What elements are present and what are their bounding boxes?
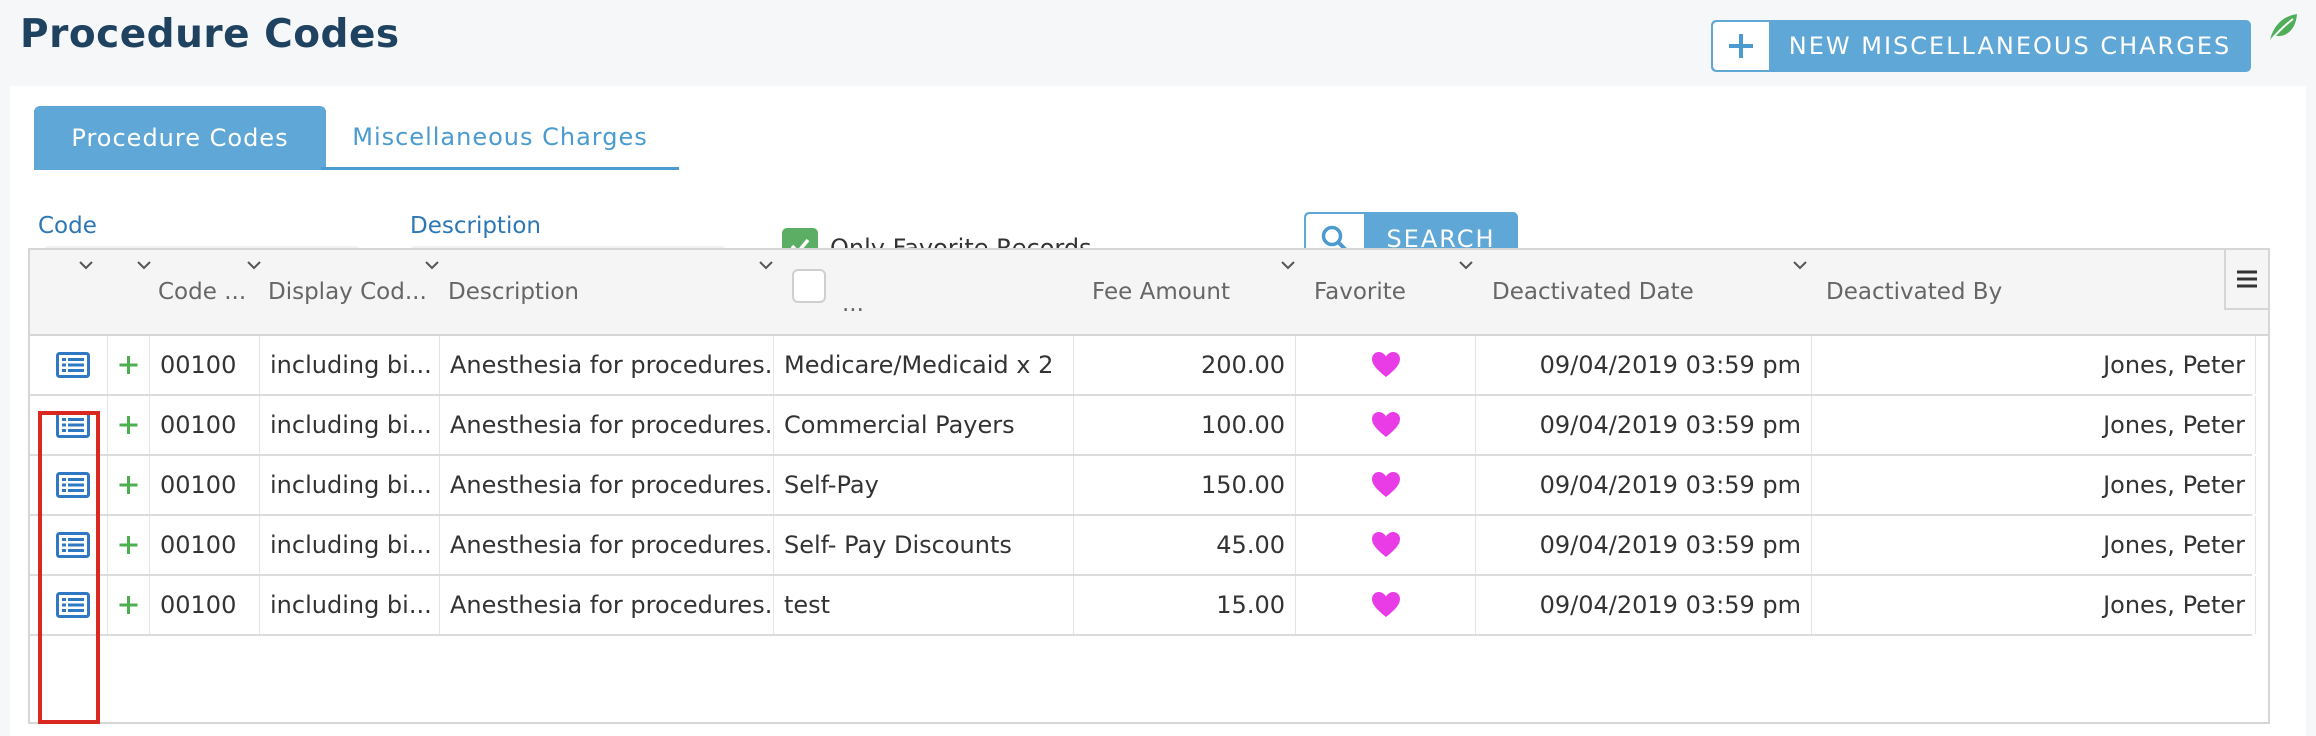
- column-header-fee-amount[interactable]: Fee Amount: [1084, 250, 1304, 334]
- grid-header: Code ... Display Cod... Description ... …: [30, 250, 2268, 336]
- new-miscellaneous-charges-button[interactable]: NEW MISCELLANEOUS CHARGES: [1711, 20, 2251, 72]
- plus-icon: [119, 356, 138, 374]
- cell-code: 00100: [150, 456, 260, 514]
- column-header-code[interactable]: Code ...: [150, 250, 260, 334]
- plus-icon: [119, 596, 138, 614]
- chevron-down-icon[interactable]: [1792, 260, 1808, 270]
- cell-display-code: including bi...: [260, 336, 440, 394]
- cell-fee: 150.00: [1074, 456, 1296, 514]
- heart-icon: [1371, 532, 1400, 557]
- heart-icon: [1371, 412, 1400, 437]
- cell-code: 00100: [150, 396, 260, 454]
- cell-description: Anesthesia for procedures...: [440, 576, 774, 634]
- cell-payer: Medicare/Medicaid x 2: [774, 336, 1074, 394]
- table-row[interactable]: 00100 including bi... Anesthesia for proce…: [30, 396, 2256, 456]
- table-row[interactable]: 00100 including bi... Anesthesia for proce…: [30, 336, 2256, 396]
- table-row[interactable]: 00100 including bi... Anesthesia for proce…: [30, 516, 2256, 576]
- column-header-deactivated-by[interactable]: Deactivated By: [1818, 250, 2198, 334]
- row-favorite-toggle[interactable]: [1296, 396, 1476, 454]
- row-detail-button[interactable]: [38, 456, 108, 514]
- code-label: Code: [38, 213, 97, 239]
- cell-code: 00100: [150, 336, 260, 394]
- row-add-button[interactable]: [108, 516, 150, 574]
- heart-icon: [1371, 592, 1400, 617]
- description-label: Description: [410, 213, 541, 239]
- cell-description: Anesthesia for procedures...: [440, 396, 774, 454]
- chevron-down-icon[interactable]: [424, 260, 440, 270]
- cell-display-code: including bi...: [260, 396, 440, 454]
- cell-fee: 45.00: [1074, 516, 1296, 574]
- list-detail-icon: [55, 592, 90, 618]
- list-detail-icon: [55, 472, 90, 498]
- cell-payer: Self- Pay Discounts: [774, 516, 1074, 574]
- tab-miscellaneous-charges[interactable]: Miscellaneous Charges: [321, 106, 679, 170]
- cell-date: 09/04/2019 03:59 pm: [1476, 336, 1812, 394]
- leaf-icon: [2270, 14, 2297, 41]
- cell-fee: 15.00: [1074, 576, 1296, 634]
- row-favorite-toggle[interactable]: [1296, 336, 1476, 394]
- row-detail-button[interactable]: [38, 576, 108, 634]
- column-header-payer[interactable]: ...: [834, 262, 914, 346]
- column-menu-button[interactable]: [2224, 250, 2268, 310]
- page-title: Procedure Codes: [20, 12, 400, 57]
- procedure-codes-grid: Code ... Display Cod... Description ... …: [28, 248, 2270, 724]
- hamburger-icon: [2237, 270, 2257, 288]
- cell-by: Jones, Peter: [1812, 576, 2256, 634]
- new-miscellaneous-charges-label: NEW MISCELLANEOUS CHARGES: [1788, 32, 2232, 60]
- row-add-button[interactable]: [108, 336, 150, 394]
- cell-code: 00100: [150, 516, 260, 574]
- row-add-button[interactable]: [108, 456, 150, 514]
- plus-icon: [119, 476, 138, 494]
- heart-icon: [1371, 472, 1400, 497]
- cell-date: 09/04/2019 03:59 pm: [1476, 576, 1812, 634]
- row-add-button[interactable]: [108, 396, 150, 454]
- column-header-display-code[interactable]: Display Cod...: [260, 250, 440, 334]
- table-row[interactable]: 00100 including bi... Anesthesia for proce…: [30, 456, 2256, 516]
- row-favorite-toggle[interactable]: [1296, 516, 1476, 574]
- cell-payer: Commercial Payers: [774, 396, 1074, 454]
- tab-procedure-codes[interactable]: Procedure Codes: [34, 106, 326, 170]
- column-header-description[interactable]: Description: [440, 250, 770, 334]
- cell-date: 09/04/2019 03:59 pm: [1476, 456, 1812, 514]
- cell-by: Jones, Peter: [1812, 516, 2256, 574]
- cell-by: Jones, Peter: [1812, 396, 2256, 454]
- table-row[interactable]: 00100 including bi... Anesthesia for proce…: [30, 576, 2256, 636]
- row-detail-button[interactable]: [38, 396, 108, 454]
- row-detail-button[interactable]: [38, 336, 108, 394]
- row-detail-button[interactable]: [38, 516, 108, 574]
- column-header-deactivated-date[interactable]: Deactivated Date: [1484, 250, 1814, 334]
- cell-by: Jones, Peter: [1812, 336, 2256, 394]
- list-detail-icon: [55, 532, 90, 558]
- cell-display-code: including bi...: [260, 576, 440, 634]
- cell-fee: 100.00: [1074, 396, 1296, 454]
- list-detail-icon: [55, 352, 90, 378]
- row-favorite-toggle[interactable]: [1296, 576, 1476, 634]
- cell-date: 09/04/2019 03:59 pm: [1476, 396, 1812, 454]
- heart-icon: [1371, 352, 1400, 377]
- plus-icon: [1713, 22, 1769, 70]
- cell-by: Jones, Peter: [1812, 456, 2256, 514]
- plus-icon: [119, 536, 138, 554]
- cell-fee: 200.00: [1074, 336, 1296, 394]
- chevron-down-icon[interactable]: [1280, 260, 1296, 270]
- cell-display-code: including bi...: [260, 516, 440, 574]
- cell-code: 00100: [150, 576, 260, 634]
- cell-date: 09/04/2019 03:59 pm: [1476, 516, 1812, 574]
- chevron-down-icon[interactable]: [1458, 260, 1474, 270]
- list-detail-icon: [55, 412, 90, 438]
- row-add-button[interactable]: [108, 576, 150, 634]
- plus-icon: [119, 416, 138, 434]
- chevron-down-icon[interactable]: [78, 260, 94, 270]
- cell-description: Anesthesia for procedures...: [440, 456, 774, 514]
- cell-description: Anesthesia for procedures...: [440, 336, 774, 394]
- cell-description: Anesthesia for procedures...: [440, 516, 774, 574]
- cell-payer: Self-Pay: [774, 456, 1074, 514]
- cell-display-code: including bi...: [260, 456, 440, 514]
- column-header-favorite[interactable]: Favorite: [1306, 250, 1476, 334]
- select-all-checkbox[interactable]: [792, 269, 826, 303]
- cell-payer: test: [774, 576, 1074, 634]
- row-favorite-toggle[interactable]: [1296, 456, 1476, 514]
- chevron-down-icon[interactable]: [758, 260, 774, 270]
